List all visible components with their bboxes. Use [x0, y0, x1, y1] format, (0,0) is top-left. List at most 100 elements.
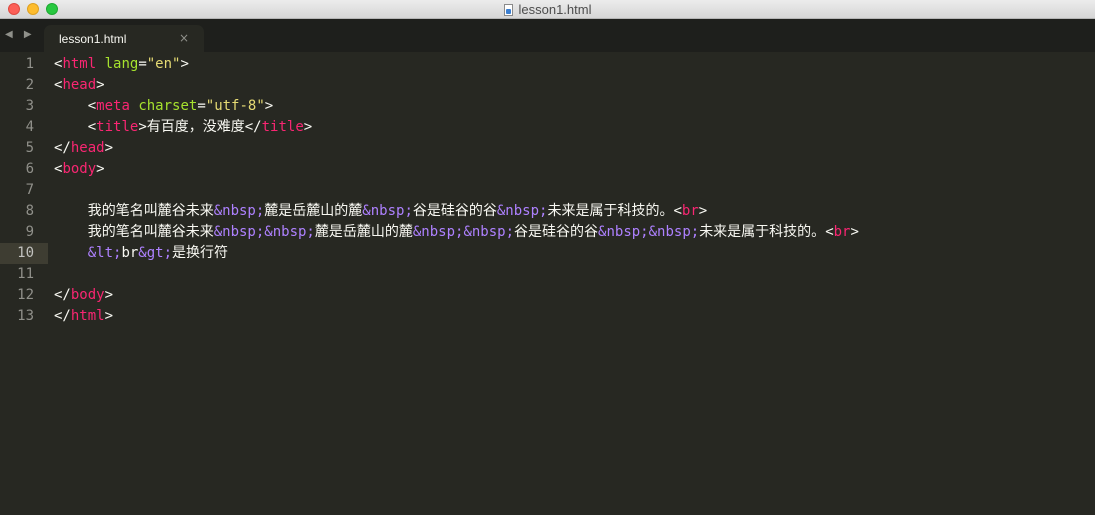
html-file-icon: [503, 3, 513, 16]
punctuation-token: >: [104, 287, 114, 303]
entity-token: &gt;: [138, 245, 173, 261]
entity-token: &nbsp;&nbsp;: [412, 224, 515, 240]
punctuation-token: <: [87, 119, 97, 135]
line-number: 3: [25, 98, 34, 114]
line-content: </body>: [54, 285, 113, 306]
code-line[interactable]: 11: [0, 264, 1095, 285]
text-token: 我的笔名叫麓谷未来: [54, 224, 214, 240]
code-line[interactable]: 8 我的笔名叫麓谷未来&nbsp;麓是岳麓山的麓&nbsp;谷是硅谷的谷&nbs…: [0, 201, 1095, 222]
entity-token: &nbsp;: [213, 203, 265, 219]
tag-name-token: body: [70, 287, 105, 303]
text-token: 是换行符: [172, 245, 229, 261]
line-number: 11: [17, 266, 34, 282]
tag-name-token: br: [833, 224, 851, 240]
punctuation-token: >: [96, 161, 105, 177]
code-editor[interactable]: 1 <html lang="en"> 2 <head> 3 <meta charset=…: [0, 52, 1095, 515]
text-token: 谷是硅谷的谷: [412, 203, 497, 219]
tag-name-token: br: [681, 203, 699, 219]
code-line[interactable]: 13 </html>: [0, 306, 1095, 327]
code-line[interactable]: 1 <html lang="en">: [0, 54, 1095, 75]
text-token: br: [121, 245, 139, 261]
entity-token: &lt;: [87, 245, 122, 261]
punctuation-token: </: [54, 287, 71, 303]
attribute-token: lang: [104, 56, 139, 72]
tab-close-icon[interactable]: ×: [179, 31, 189, 45]
tag-name-token: body: [62, 161, 97, 177]
line-content: <html lang="en">: [54, 54, 189, 75]
line-number: 2: [25, 77, 34, 93]
punctuation-token: >: [180, 56, 189, 72]
code-line[interactable]: 2 <head>: [0, 75, 1095, 96]
text-token: 未来是属于科技的。: [699, 224, 826, 240]
entity-token: &nbsp;&nbsp;: [213, 224, 315, 240]
text-token: 有百度，没难度: [146, 119, 245, 135]
line-content: <head>: [54, 75, 105, 96]
line-content: 我的笔名叫麓谷未来&nbsp;&nbsp;麓是岳麓山的麓&nbsp;&nbsp;…: [54, 222, 859, 243]
code-line[interactable]: 7: [0, 180, 1095, 201]
text-token: 麓是岳麓山的麓: [314, 224, 413, 240]
punctuation-token: >: [850, 224, 859, 240]
punctuation-token: <: [87, 98, 97, 114]
punctuation-token: <: [825, 224, 834, 240]
string-token: "en": [146, 56, 181, 72]
line-content: <title>有百度，没难度</title>: [54, 117, 312, 138]
line-number: 9: [25, 224, 34, 240]
attribute-token: charset: [138, 98, 198, 114]
tag-name-token: head: [62, 77, 97, 93]
tab-label: lesson1.html: [59, 32, 127, 46]
text-token: 麓是岳麓山的麓: [264, 203, 363, 219]
window-title: lesson1.html: [0, 0, 1095, 19]
line-content: <meta charset="utf-8">: [54, 96, 274, 117]
text-token: 我的笔名叫麓谷未来: [54, 203, 214, 219]
punctuation-token: <: [673, 203, 682, 219]
text-token: 谷是硅谷的谷: [514, 224, 599, 240]
tag-name-token: meta: [96, 98, 130, 114]
window-titlebar[interactable]: lesson1.html: [0, 0, 1095, 19]
punctuation-token: >: [96, 77, 105, 93]
line-number: 7: [25, 182, 34, 198]
tab-nav-arrows-icon[interactable]: ◀ ▶: [5, 29, 36, 40]
line-content: </head>: [54, 138, 113, 159]
tag-name-token: title: [96, 119, 139, 135]
code-line[interactable]: 4 <title>有百度，没难度</title>: [0, 117, 1095, 138]
punctuation-token: >: [138, 119, 147, 135]
entity-token: &nbsp;: [496, 203, 548, 219]
line-content: <body>: [54, 159, 105, 180]
tag-name-token: head: [70, 140, 105, 156]
line-number: 5: [25, 140, 34, 156]
tab-bar: ◀ ▶ lesson1.html ×: [0, 19, 1095, 52]
code-line[interactable]: 6 <body>: [0, 159, 1095, 180]
line-content: &lt;br&gt;是换行符: [54, 243, 228, 264]
code-line[interactable]: 12 </body>: [0, 285, 1095, 306]
punctuation-token: =: [138, 56, 147, 72]
line-number: 13: [17, 308, 34, 324]
line-number: 6: [25, 161, 34, 177]
line-number: 12: [17, 287, 34, 303]
punctuation-token: </: [54, 308, 71, 324]
punctuation-token: </: [244, 119, 262, 135]
window-title-text: lesson1.html: [518, 2, 592, 17]
code-line[interactable]: 10 &lt;br&gt;是换行符: [0, 243, 1095, 264]
code-line[interactable]: 3 <meta charset="utf-8">: [0, 96, 1095, 117]
punctuation-token: </: [54, 140, 71, 156]
line-number: 10: [0, 243, 48, 264]
entity-token: &nbsp;: [362, 203, 413, 219]
punctuation-token: =: [197, 98, 206, 114]
entity-token: &nbsp;&nbsp;: [598, 224, 700, 240]
line-content: 我的笔名叫麓谷未来&nbsp;麓是岳麓山的麓&nbsp;谷是硅谷的谷&nbsp;…: [54, 201, 707, 222]
punctuation-token: >: [698, 203, 708, 219]
tab-lesson1-html[interactable]: lesson1.html ×: [44, 25, 204, 52]
line-number: 1: [25, 56, 34, 72]
punctuation-token: >: [303, 119, 313, 135]
code-line[interactable]: 5 </head>: [0, 138, 1095, 159]
line-content: </html>: [54, 306, 113, 327]
tag-name-token: title: [261, 119, 304, 135]
punctuation-token: >: [264, 98, 274, 114]
line-number: 8: [25, 203, 34, 219]
code-line[interactable]: 9 我的笔名叫麓谷未来&nbsp;&nbsp;麓是岳麓山的麓&nbsp;&nbs…: [0, 222, 1095, 243]
tag-name-token: html: [70, 308, 105, 324]
